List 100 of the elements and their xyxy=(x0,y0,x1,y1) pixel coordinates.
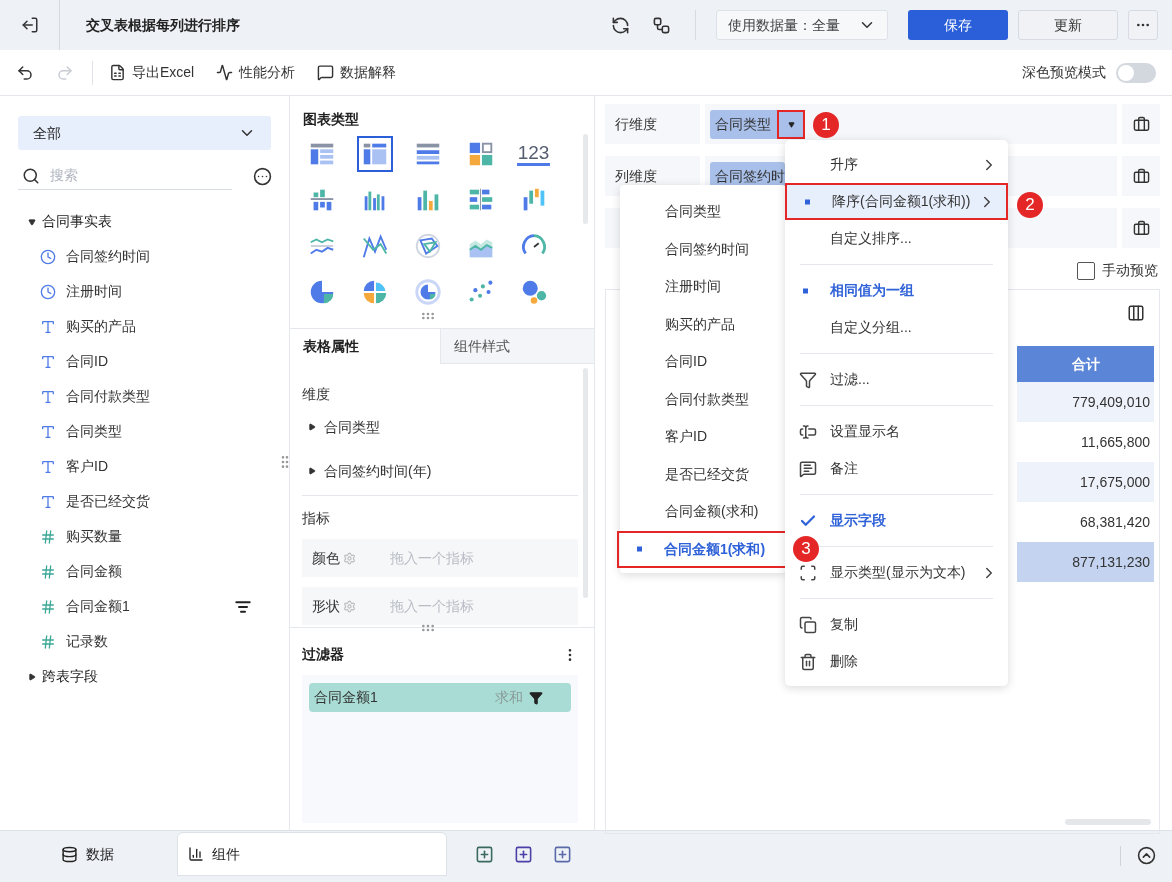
filter-icon[interactable] xyxy=(529,690,543,705)
submenu-item[interactable]: 购买的产品 xyxy=(620,305,786,343)
field-item[interactable]: 客户ID xyxy=(18,449,289,484)
scope-select[interactable]: 全部 xyxy=(18,116,271,150)
field-item[interactable]: 合同金额 xyxy=(18,554,289,589)
bottom-tab[interactable]: 数据 xyxy=(0,832,175,876)
rename-icon xyxy=(799,422,817,441)
clock-icon xyxy=(40,248,56,265)
flow-icon[interactable] xyxy=(652,15,671,35)
submenu-item[interactable]: 合同签约时间 xyxy=(620,230,786,268)
performance-button[interactable]: 性能分析 xyxy=(216,62,296,83)
table-header-cell: 合计 xyxy=(1017,346,1154,382)
submenu-item[interactable]: 合同付款类型 xyxy=(620,380,786,418)
panel-tab[interactable]: 组件样式 xyxy=(440,329,594,364)
search-field[interactable]: 搜索 xyxy=(50,165,210,186)
field-item[interactable]: 合同类型 xyxy=(18,414,289,449)
field-item[interactable]: 合同金额1 xyxy=(18,589,289,624)
filter-chip[interactable]: 合同金额1 求和 xyxy=(309,683,571,712)
tree-group[interactable]: 合同事实表 xyxy=(18,204,289,239)
field-item[interactable]: 合同ID xyxy=(18,344,289,379)
note-icon xyxy=(799,459,817,478)
field-item[interactable]: 是否已经交货 xyxy=(18,484,289,519)
field-item[interactable]: 购买数量 xyxy=(18,519,289,554)
field-item[interactable]: 合同签约时间 xyxy=(18,239,289,274)
text-type-icon xyxy=(40,423,56,440)
section-title: 维度 xyxy=(302,385,330,404)
field-chip[interactable]: 合同类型 xyxy=(710,109,805,139)
save-button[interactable]: 保存 xyxy=(908,10,1008,40)
chart-types-title: 图表类型 xyxy=(303,110,359,129)
menu-item[interactable]: 过滤... xyxy=(785,361,1008,398)
columns-icon[interactable] xyxy=(1127,304,1145,322)
menu-item[interactable]: 删除 xyxy=(785,643,1008,680)
undo-icon[interactable] xyxy=(16,63,34,82)
submenu-item[interactable]: 合同金额(求和) xyxy=(620,493,786,531)
collapse-icon[interactable] xyxy=(1137,846,1156,865)
search-icon xyxy=(22,166,40,185)
dimension-item[interactable]: 合同签约时间(年) xyxy=(302,449,578,493)
case-icon xyxy=(1132,219,1150,237)
expand-triangle-icon xyxy=(28,672,36,681)
tree-group[interactable]: 跨表字段 xyxy=(18,659,289,694)
shelf-settings-button[interactable] xyxy=(1122,104,1160,144)
submenu-item[interactable]: 合同类型 xyxy=(620,193,786,231)
dropdown-arrow-button[interactable] xyxy=(777,109,805,139)
menu-item[interactable]: 复制 xyxy=(785,606,1008,643)
add-table-icon[interactable] xyxy=(514,845,533,864)
speech-bubble-icon xyxy=(317,64,335,81)
pulse-line-icon xyxy=(216,64,234,81)
field-item[interactable]: 记录数 xyxy=(18,624,289,659)
shelf-label: 列维度 xyxy=(615,166,657,186)
menu-item[interactable]: 相同值为一组 xyxy=(785,272,1008,309)
filters-title: 过滤器 xyxy=(302,645,344,664)
number-type-icon xyxy=(40,563,56,580)
refresh-icon[interactable] xyxy=(611,15,630,35)
section-title: 指标 xyxy=(302,509,330,528)
field-item[interactable]: 购买的产品 xyxy=(18,309,289,344)
total-cell: 877,131,230 xyxy=(1017,542,1154,582)
add-chart-icon[interactable] xyxy=(475,845,494,864)
chart-type-button[interactable]: 123 xyxy=(515,136,552,172)
menu-item[interactable]: 备注 xyxy=(785,450,1008,487)
display-type-icon xyxy=(799,563,817,582)
add-list-icon[interactable] xyxy=(553,845,572,864)
chart-type-button[interactable] xyxy=(356,136,393,172)
shelf-settings-button[interactable] xyxy=(1122,208,1160,248)
bottom-tab[interactable]: 组件 xyxy=(177,832,447,876)
filter-icon xyxy=(799,370,817,389)
submenu-item[interactable]: 是否已经交货 xyxy=(620,455,786,493)
dimension-item[interactable]: 合同类型 xyxy=(302,405,578,449)
measure-slot[interactable]: 颜色 拖入一个指标 xyxy=(302,539,578,577)
menu-item[interactable]: 自定义分组... xyxy=(785,309,1008,346)
more-options-icon[interactable] xyxy=(253,166,272,186)
copy-icon xyxy=(799,615,817,634)
measure-slot[interactable]: 形状 拖入一个指标 xyxy=(302,587,578,625)
update-button[interactable]: 更新 xyxy=(1018,10,1118,40)
text-type-icon xyxy=(40,353,56,370)
filter-applied-icon xyxy=(235,598,251,615)
shelf-settings-button[interactable] xyxy=(1122,156,1160,196)
export-excel-button[interactable]: 导出Excel xyxy=(109,62,195,83)
number-type-icon xyxy=(40,528,56,545)
text-type-icon xyxy=(40,493,56,510)
table-cell: 779,409,010 xyxy=(1017,382,1154,422)
menu-item[interactable]: 降序(合同金额1(求和)) xyxy=(785,183,1008,220)
manual-preview-checkbox[interactable] xyxy=(1077,261,1095,280)
database-icon xyxy=(61,845,78,863)
count-type-icon xyxy=(40,633,56,650)
dark-preview-toggle[interactable] xyxy=(1116,62,1156,83)
field-item[interactable]: 合同付款类型 xyxy=(18,379,289,414)
trash-icon xyxy=(799,652,817,671)
menu-item[interactable]: 升序 xyxy=(785,146,1008,183)
number-type-icon xyxy=(40,598,56,615)
submenu-item[interactable]: 注册时间 xyxy=(620,268,786,306)
explain-button[interactable]: 数据解释 xyxy=(317,62,397,83)
field-item[interactable]: 注册时间 xyxy=(18,274,289,309)
menu-item[interactable]: 自定义排序... xyxy=(785,220,1008,257)
data-volume-select[interactable]: 使用数据量：全量 xyxy=(716,10,888,40)
submenu-item[interactable]: 客户ID xyxy=(620,418,786,456)
menu-item[interactable]: 设置显示名 xyxy=(785,413,1008,450)
submenu-item[interactable]: 合同ID xyxy=(620,343,786,381)
page-title: 交叉表根据每列进行排序 xyxy=(86,15,240,35)
menu-item[interactable]: 显示字段 xyxy=(785,502,1008,539)
clock-icon xyxy=(40,283,56,300)
